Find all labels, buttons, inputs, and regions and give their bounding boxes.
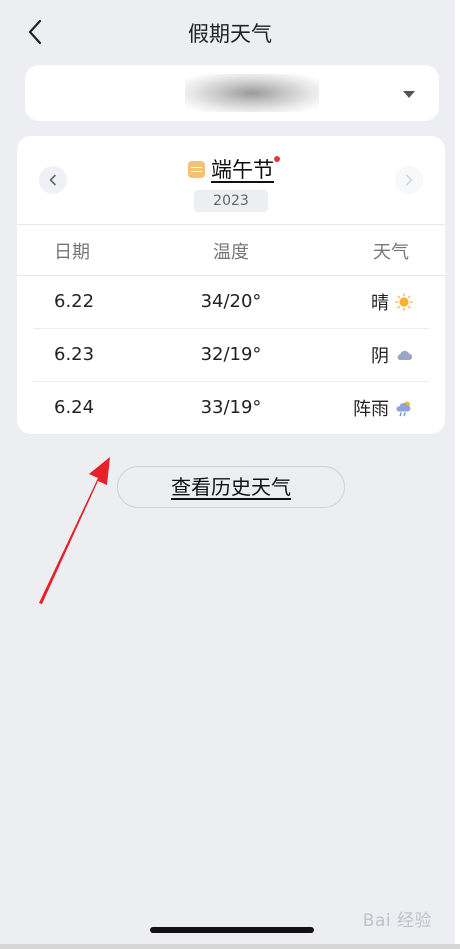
city-selector[interactable] — [25, 65, 439, 121]
table-row: 6.23 32/19° 阴 — [33, 329, 429, 381]
holiday-weather-card: 端午节 2023 日期 温度 天气 6.22 34/20° 晴 6.23 32/… — [17, 136, 445, 434]
sun-icon — [395, 293, 413, 311]
top-bar: 假期天气 — [0, 0, 460, 62]
holiday-header: 端午节 — [17, 154, 445, 184]
row-weather: 阴 — [371, 342, 413, 368]
row-temp: 33/19° — [200, 397, 262, 418]
next-holiday-button[interactable] — [395, 166, 423, 194]
row-date: 6.22 — [54, 291, 95, 312]
holiday-name: 端午节 — [211, 158, 274, 182]
row-weather: 阵雨 — [353, 395, 413, 421]
weather-label: 阴 — [371, 346, 389, 367]
column-header-date: 日期 — [54, 242, 90, 263]
city-name-blurred — [185, 74, 319, 112]
weather-label: 阵雨 — [353, 399, 389, 420]
shower-icon — [396, 401, 411, 417]
column-header-weather: 天气 — [373, 242, 409, 263]
table-row: 6.22 34/20° 晴 — [33, 276, 429, 328]
row-temp: 32/19° — [200, 344, 262, 365]
row-date: 6.24 — [54, 397, 95, 418]
home-indicator[interactable] — [150, 927, 314, 933]
column-header-temp: 温度 — [213, 242, 249, 263]
page-title: 假期天气 — [188, 22, 272, 46]
table-row: 6.24 33/19° 阵雨 — [33, 382, 429, 434]
new-dot-badge — [274, 156, 280, 162]
cloud-icon — [397, 350, 413, 360]
holiday-selector[interactable]: 端午节 — [188, 154, 280, 184]
row-temp: 34/20° — [200, 291, 262, 312]
chevron-right-icon — [406, 174, 413, 186]
row-weather: 晴 — [371, 289, 413, 315]
caret-down-icon — [403, 91, 415, 98]
weather-label: 晴 — [371, 293, 389, 314]
watermark: Bai 经验 — [362, 911, 432, 931]
year-badge: 2023 — [194, 190, 268, 212]
calendar-icon — [188, 160, 205, 178]
table-header: 日期 温度 天气 — [17, 224, 445, 276]
row-date: 6.23 — [54, 344, 95, 365]
bottom-edge — [0, 944, 460, 949]
screen-edge — [455, 0, 460, 949]
view-history-weather-button[interactable]: 查看历史天气 — [117, 466, 345, 508]
